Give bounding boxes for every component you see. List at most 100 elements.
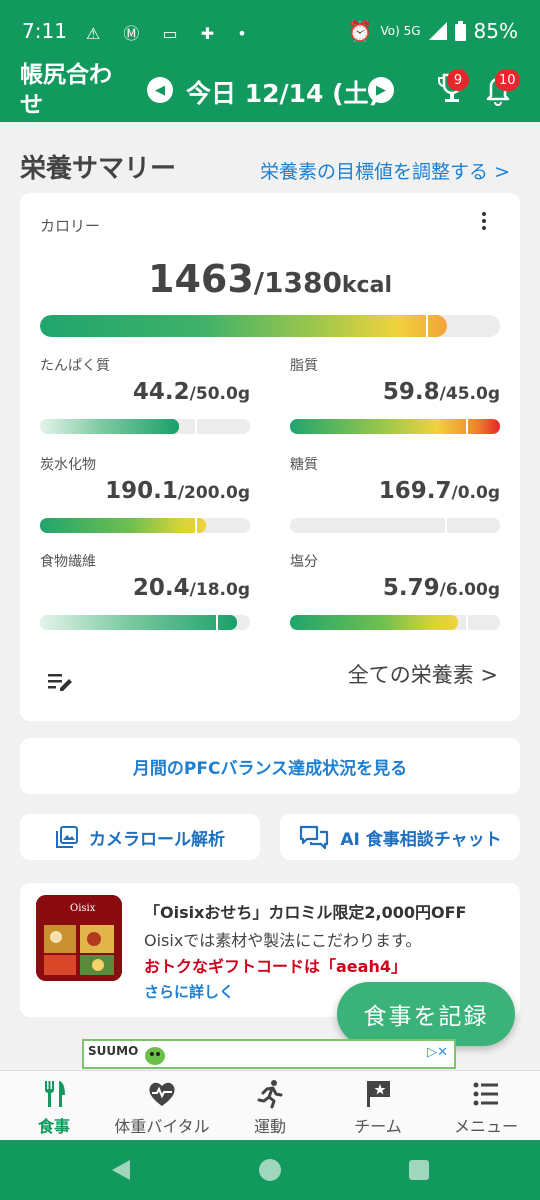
nutrient-progress-fill bbox=[40, 518, 206, 533]
notification-button[interactable]: 10 bbox=[483, 69, 520, 106]
nutrient-target: /0.0g bbox=[451, 483, 501, 503]
nutrient-progress-bar bbox=[290, 615, 500, 630]
trophy-badge: 9 bbox=[447, 69, 469, 91]
nutrient-value: 59.8/45.0g bbox=[290, 379, 500, 405]
nutrient-intake: 5.79 bbox=[382, 575, 440, 601]
nutrient-target-marker bbox=[466, 615, 469, 630]
calorie-target-marker bbox=[426, 315, 429, 337]
tab-label: チーム bbox=[354, 1117, 402, 1136]
tab-team[interactable]: チーム bbox=[324, 1071, 432, 1140]
nutrient-label: 塩分 bbox=[290, 554, 318, 570]
camera-roll-button[interactable]: カメラロール解析 bbox=[20, 814, 260, 860]
list-menu-icon bbox=[473, 1082, 498, 1106]
adjust-targets-link[interactable]: 栄養素の目標値を調整する > bbox=[260, 157, 510, 184]
nutrient-intake: 190.1 bbox=[105, 478, 178, 504]
pfc-balance-label: 月間のPFCバランス達成状況を見る bbox=[132, 758, 408, 779]
calorie-unit: kcal bbox=[341, 273, 392, 298]
nutrient-label: 糖質 bbox=[290, 457, 318, 473]
nutrient-target: /45.0g bbox=[439, 384, 500, 404]
signal-icon bbox=[428, 22, 447, 40]
calorie-value: 1463/1380kcal bbox=[20, 257, 520, 301]
nutrient-label: 食物繊維 bbox=[40, 554, 96, 570]
notification-badge: 10 bbox=[495, 69, 520, 91]
nutrient-target: /200.0g bbox=[177, 483, 250, 503]
nutrient-progress-bar bbox=[40, 419, 250, 434]
nutrient-intake: 59.8 bbox=[382, 379, 440, 405]
nutrient-progress-fill bbox=[290, 419, 500, 434]
nutrient-progress-bar bbox=[290, 419, 500, 434]
prev-day-button[interactable]: ◀ bbox=[147, 77, 173, 103]
nutrition-summary-title: 栄養サマリー bbox=[20, 154, 177, 184]
nutrient-progress-bar bbox=[290, 518, 500, 533]
nutrition-summary-card: カロリー 1463/1380kcal たんぱく質 44.2/50.0g 脂質 59.8… bbox=[20, 193, 520, 721]
nutrient-value: 20.4/18.0g bbox=[40, 575, 250, 601]
tab-menu[interactable]: メニュー bbox=[432, 1071, 540, 1140]
ad-description: Oisixでは素材や製法にこだわります。 bbox=[144, 931, 422, 950]
ad-more-link[interactable]: さらに詳しく bbox=[144, 981, 234, 1002]
calorie-intake: 1463 bbox=[148, 257, 254, 301]
battery-level: 85% bbox=[473, 19, 518, 43]
nutrient-label: たんぱく質 bbox=[40, 358, 110, 374]
camera-roll-label: カメラロール解析 bbox=[89, 829, 225, 850]
gallery-icon bbox=[56, 826, 78, 848]
tab-meal[interactable]: 食事 bbox=[0, 1071, 108, 1140]
system-nav-bar bbox=[0, 1140, 540, 1200]
calorie-progress-bar bbox=[40, 315, 500, 337]
chat-bubbles-icon bbox=[300, 825, 329, 850]
flag-star-icon bbox=[367, 1081, 390, 1107]
nutrient-value: 190.1/200.0g bbox=[40, 478, 250, 504]
date-label[interactable]: 今日 12/14 (土) bbox=[186, 74, 380, 110]
recents-icon[interactable] bbox=[408, 1159, 430, 1181]
tab-weight-vital[interactable]: 体重バイタル bbox=[108, 1071, 216, 1140]
ad-image: Oisix bbox=[36, 895, 122, 981]
tab-label: メニュー bbox=[453, 1117, 518, 1136]
nutrient-target-marker bbox=[466, 419, 469, 434]
heart-vital-icon bbox=[149, 1082, 175, 1106]
calorie-target: /1380 bbox=[253, 266, 342, 299]
next-day-button[interactable]: ▶ bbox=[368, 77, 394, 103]
nutrient-label: 炭水化物 bbox=[40, 457, 96, 473]
nutrient-progress-fill bbox=[40, 419, 179, 434]
home-icon[interactable] bbox=[258, 1158, 282, 1182]
banner-ad[interactable]: SUUMO ▷✕ bbox=[82, 1039, 456, 1069]
log-meal-label: 食事を記録 bbox=[363, 1004, 489, 1030]
calorie-progress-fill bbox=[40, 315, 448, 337]
chevron-right-icon: ▶ bbox=[376, 82, 386, 98]
nutrient-intake: 169.7 bbox=[378, 478, 452, 504]
network-label: Vo) 5G bbox=[380, 24, 421, 38]
edit-note-icon[interactable] bbox=[46, 671, 74, 695]
chevron-left-icon: ◀ bbox=[155, 82, 165, 98]
pfc-balance-button[interactable]: 月間のPFCバランス達成状況を見る bbox=[20, 738, 520, 794]
nutrient-progress-bar bbox=[40, 518, 250, 533]
nutrient-target-marker bbox=[195, 419, 198, 434]
more-options-icon[interactable] bbox=[472, 209, 496, 233]
ad-image-brand: Oisix bbox=[70, 903, 96, 914]
mascot-icon bbox=[145, 1047, 165, 1065]
all-nutrients-link[interactable]: 全ての栄養素 > bbox=[348, 659, 498, 689]
battery-icon bbox=[454, 21, 466, 41]
nutrient-progress-fill bbox=[290, 615, 458, 630]
banner-logo: SUUMO bbox=[88, 1044, 139, 1058]
status-time: 7:11 bbox=[22, 19, 67, 43]
nutrient-progress-fill bbox=[40, 615, 238, 630]
nutrient-target-marker bbox=[195, 518, 198, 533]
tab-exercise[interactable]: 運動 bbox=[216, 1071, 324, 1140]
running-icon bbox=[257, 1080, 283, 1109]
ai-chat-button[interactable]: AI 食事相談チャット bbox=[280, 814, 520, 860]
tab-label: 体重バイタル bbox=[114, 1117, 210, 1136]
fork-knife-icon bbox=[45, 1081, 65, 1107]
nutrient-target: /6.00g bbox=[439, 580, 500, 600]
notification-icons: ⚠ Ⓜ ▭ ✚ • bbox=[86, 24, 256, 43]
tab-label: 食事 bbox=[37, 1117, 70, 1136]
back-icon[interactable] bbox=[110, 1158, 132, 1182]
calorie-label: カロリー bbox=[40, 217, 101, 235]
nutrient-target: /18.0g bbox=[189, 580, 250, 600]
page-title: 帳尻合わせ bbox=[20, 62, 112, 118]
ad-choices-icon[interactable]: ▷✕ bbox=[427, 1045, 448, 1060]
status-bar: 7:11 ⚠ Ⓜ ▭ ✚ • ⏰ Vo) 5G 85% bbox=[0, 0, 540, 58]
trophy-button[interactable]: 9 bbox=[437, 69, 469, 106]
app-header: 帳尻合わせ ◀ 今日 12/14 (土) ▶ 9 10 bbox=[0, 58, 540, 122]
ai-chat-label: AI 食事相談チャット bbox=[340, 829, 502, 850]
ad-promo-code: おトクなギフトコードは「aeah4」 bbox=[144, 957, 407, 976]
log-meal-button[interactable]: 食事を記録 bbox=[337, 982, 515, 1046]
